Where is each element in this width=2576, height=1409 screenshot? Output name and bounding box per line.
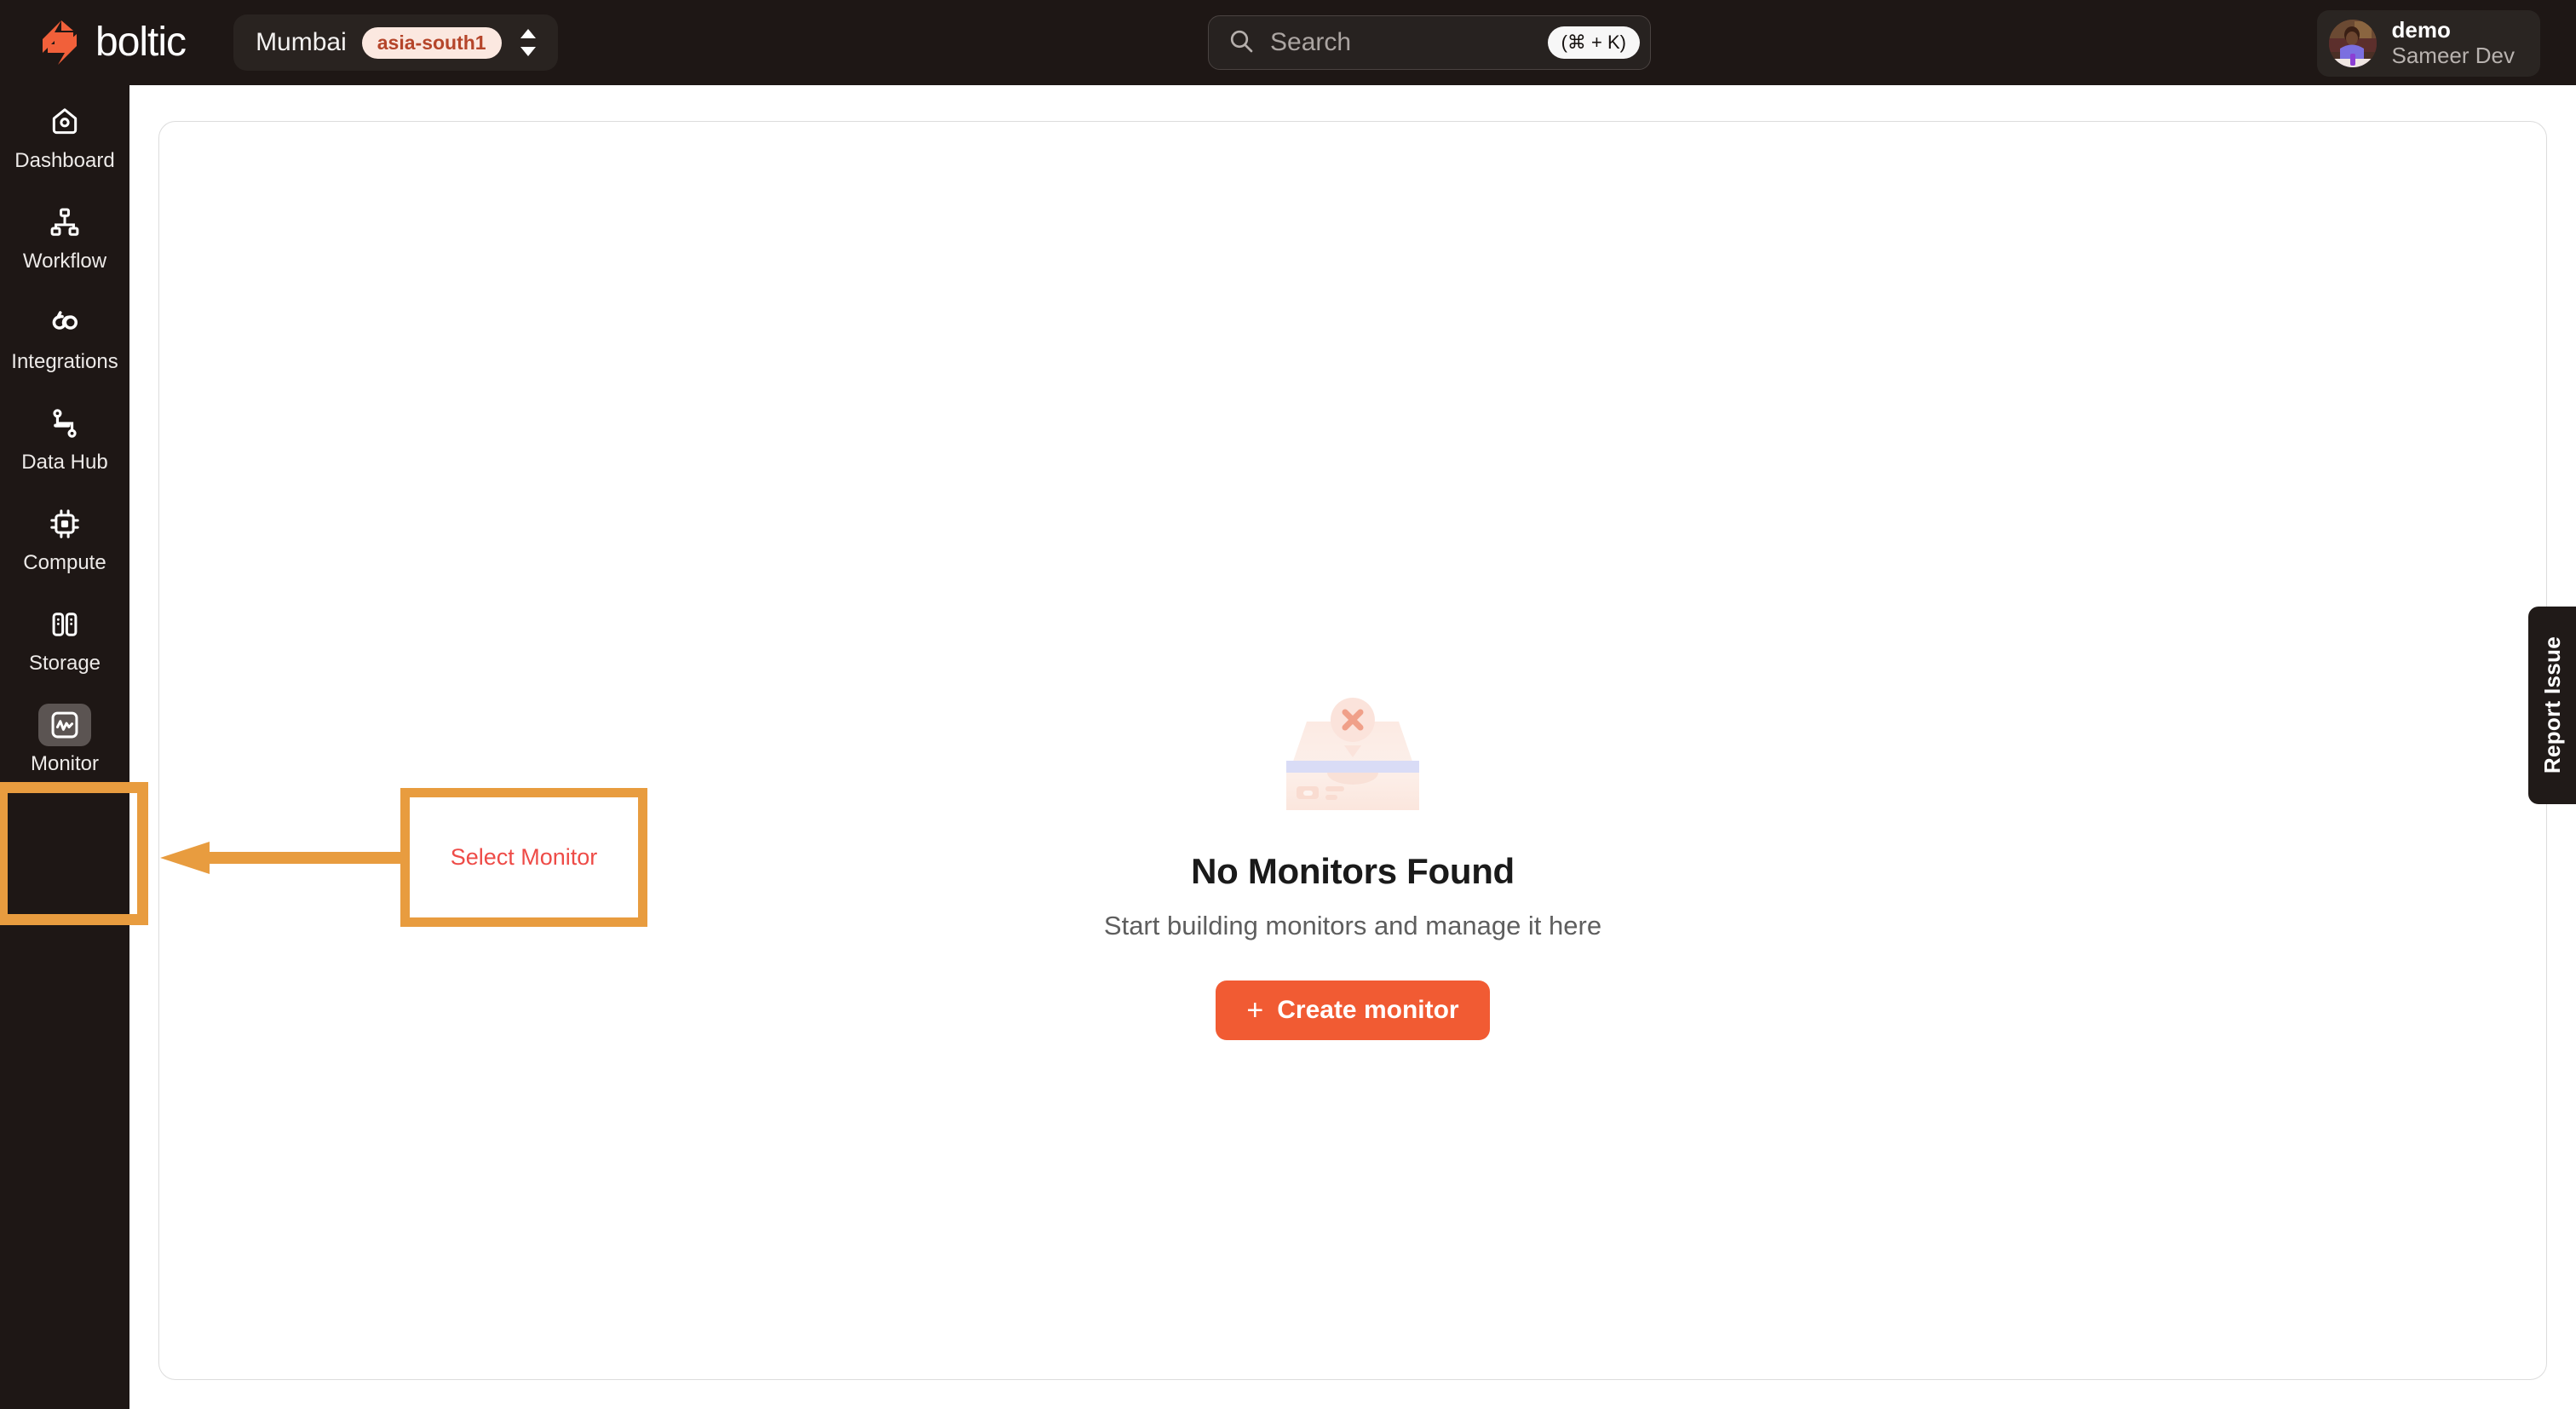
search-icon xyxy=(1228,27,1255,59)
boltic-bolt-logo-icon xyxy=(36,19,83,66)
top-bar: boltic Mumbai asia-south1 Search (⌘ + K) xyxy=(0,0,2576,85)
sidebar-item-label: Data Hub xyxy=(21,450,108,474)
home-dashboard-icon xyxy=(38,101,91,143)
sidebar-item-label: Integrations xyxy=(11,349,118,373)
monitor-activity-icon xyxy=(38,703,91,746)
search-input[interactable]: Search xyxy=(1270,28,1532,57)
empty-tray-error-illustration-icon xyxy=(1276,691,1429,819)
region-city-label: Mumbai xyxy=(256,28,347,56)
profile-names: demo Sameer Dev xyxy=(2392,18,2516,69)
sidebar-item-label: Dashboard xyxy=(14,148,115,172)
sidebar-item-data-hub[interactable]: Data Hub xyxy=(0,387,129,487)
sidebar-item-workflow[interactable]: Workflow xyxy=(0,186,129,286)
search-shortcut-badge: (⌘ + K) xyxy=(1547,26,1640,59)
infinity-link-icon xyxy=(38,302,91,344)
storage-drives-icon xyxy=(38,603,91,646)
report-issue-tab[interactable]: Report Issue xyxy=(2528,607,2576,804)
sidebar-nav: Dashboard Workflow Integrations Data Hub… xyxy=(0,85,129,1409)
main-content-card: No Monitors Found Start building monitor… xyxy=(158,121,2547,1380)
app-root: boltic Mumbai asia-south1 Search (⌘ + K) xyxy=(0,0,2576,1409)
sidebar-item-dashboard[interactable]: Dashboard xyxy=(0,85,129,186)
annotation-callout-label: Select Monitor xyxy=(450,844,598,870)
brand-name: boltic xyxy=(95,20,187,65)
sidebar-item-label: Monitor xyxy=(30,751,100,775)
workflow-nodes-icon xyxy=(38,201,91,244)
sidebar-item-label: Compute xyxy=(23,550,106,574)
chevron-up-down-icon xyxy=(517,26,539,60)
sidebar-item-label: Storage xyxy=(28,651,101,675)
sidebar-item-integrations[interactable]: Integrations xyxy=(0,286,129,387)
profile-user-label: Sameer Dev xyxy=(2391,43,2516,69)
annotation-callout-box: Select Monitor xyxy=(400,788,647,927)
profile-menu[interactable]: demo Sameer Dev xyxy=(2316,10,2540,77)
left-arrow-annotation-icon xyxy=(160,842,407,874)
cpu-chip-icon xyxy=(38,503,91,545)
region-zone-badge: asia-south1 xyxy=(361,26,502,59)
sidebar-item-label: Workflow xyxy=(22,249,107,273)
sidebar-item-monitor[interactable]: Monitor xyxy=(0,688,129,789)
create-monitor-label: Create monitor xyxy=(1277,996,1459,1024)
report-issue-label: Report Issue xyxy=(2539,636,2565,774)
sidebar-item-storage[interactable]: Storage xyxy=(0,588,129,688)
user-avatar-photo-icon xyxy=(2328,20,2377,67)
empty-state-subtitle: Start building monitors and manage it he… xyxy=(1103,911,1602,940)
profile-org-label: demo xyxy=(2391,16,2451,43)
sidebar-item-compute[interactable]: Compute xyxy=(0,487,129,588)
search-bar[interactable]: Search (⌘ + K) xyxy=(1208,15,1651,70)
plus-icon: + xyxy=(1246,994,1264,1027)
create-monitor-button[interactable]: + Create monitor xyxy=(1216,981,1490,1040)
region-selector[interactable]: Mumbai asia-south1 xyxy=(233,14,558,71)
data-pipeline-icon xyxy=(38,402,91,445)
empty-state-title: No Monitors Found xyxy=(1191,851,1515,891)
brand-logo[interactable]: boltic xyxy=(36,19,187,66)
